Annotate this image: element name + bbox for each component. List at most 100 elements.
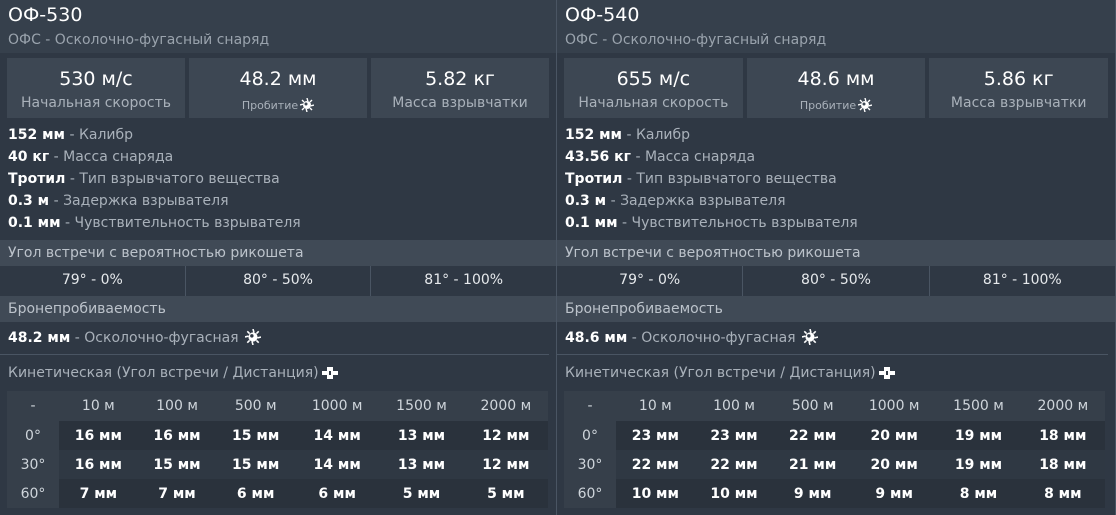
table-header-cell: 2000 м	[1020, 391, 1105, 421]
stat-value: 48.6 мм	[797, 68, 875, 90]
penetration-section-title: Бронепробиваемость	[0, 296, 556, 322]
property-desc: - Масса снаряда	[635, 149, 756, 165]
stat-label: Пробитие	[189, 98, 367, 112]
property-row: 0.1 мм - Чувствительность взрывателя	[8, 212, 556, 234]
penetration-cell: 5 мм	[463, 479, 548, 508]
he-penetration-row: 48.6 мм - Осколочно-фугасная	[557, 322, 1108, 355]
penetration-cell: 9 мм	[852, 479, 937, 508]
stat-value: 530 м/с	[59, 68, 133, 90]
angle-cell: 60°	[7, 479, 59, 508]
kinetic-title: Кинетическая (Угол встречи / Дистанция)	[557, 355, 1115, 391]
penetration-cell: 19 мм	[936, 421, 1021, 450]
property-desc: - Масса снаряда	[53, 149, 174, 165]
stat-value: 48.2 мм	[239, 68, 317, 90]
property-row: Тротил - Тип взрывчатого вещества	[565, 168, 1115, 190]
shell-panel-1: ОФ-530 ОФС - Осколочно-фугасный снаряд 5…	[0, 0, 557, 515]
penetration-cell: 16 мм	[137, 421, 217, 450]
table-row: 30° 16 мм 15 мм 15 мм 14 мм 13 мм 12 мм	[7, 450, 548, 479]
stat-explosive-mass: 5.86 кг Масса взрывчатки	[929, 58, 1109, 118]
table-header-cell: 1000 м	[852, 391, 937, 421]
shell-header: ОФ-540 ОФС - Осколочно-фугасный снаряд	[557, 0, 1115, 53]
stat-penetration: 48.6 мм Пробитие	[746, 58, 926, 118]
penetration-cell: 20 мм	[852, 450, 937, 479]
property-desc: - Задержка взрывателя	[610, 193, 786, 209]
property-desc: - Калибр	[626, 127, 691, 143]
table-row: 30° 22 мм 22 мм 21 мм 20 мм 19 мм 18 мм	[564, 450, 1105, 479]
property-value: 152 мм	[565, 127, 622, 143]
table-row: 60° 7 мм 7 мм 6 мм 6 мм 5 мм 5 мм	[7, 479, 548, 508]
kinetic-shell-icon	[878, 367, 895, 379]
penetration-cell: 15 мм	[216, 421, 296, 450]
property-desc: - Калибр	[69, 127, 134, 143]
table-header-cell: 1500 м	[379, 391, 464, 421]
penetration-cell: 10 мм	[694, 479, 774, 508]
penetration-cell: 5 мм	[379, 479, 464, 508]
property-row: 0.3 м - Задержка взрывателя	[565, 190, 1115, 212]
ricochet-row: 79° - 0% 80° - 50% 81° - 100%	[557, 266, 1115, 296]
table-header-cell: 1000 м	[295, 391, 380, 421]
ricochet-section-title: Угол встречи с вероятностью рикошета	[557, 240, 1115, 266]
penetration-cell: 22 мм	[616, 450, 695, 479]
property-desc: - Тип взрывчатого вещества	[69, 171, 280, 187]
penetration-cell: 6 мм	[216, 479, 296, 508]
property-value: 40 кг	[8, 149, 50, 165]
stat-label: Пробитие	[747, 98, 926, 112]
stat-velocity: 530 м/с Начальная скорость	[7, 58, 185, 118]
ricochet-cell: 80° - 50%	[743, 266, 930, 296]
penetration-section-title: Бронепробиваемость	[557, 296, 1115, 322]
stat-value: 5.82 кг	[425, 68, 495, 90]
he-burst-icon	[244, 329, 261, 345]
property-desc: - Задержка взрывателя	[53, 193, 229, 209]
penetration-cell: 8 мм	[936, 479, 1021, 508]
stats-row: 530 м/с Начальная скорость 48.2 мм Проби…	[0, 53, 556, 118]
penetration-cell: 20 мм	[852, 421, 937, 450]
table-header-row: -10 м 100 м 500 м 1000 м 1500 м 2000 м	[564, 391, 1105, 421]
ricochet-cell: 80° - 50%	[186, 266, 372, 296]
penetration-cell: 9 мм	[773, 479, 853, 508]
penetration-cell: 23 мм	[616, 421, 695, 450]
stat-label: Начальная скорость	[578, 95, 729, 111]
penetration-cell: 7 мм	[59, 479, 138, 508]
he-burst-icon	[801, 329, 818, 345]
ricochet-row: 79° - 0% 80° - 50% 81° - 100%	[0, 266, 556, 296]
table-header-cell: 500 м	[216, 391, 296, 421]
pen-value: 48.6 мм	[565, 330, 628, 346]
penetration-cell: 22 мм	[773, 421, 853, 450]
stat-penetration: 48.2 мм Пробитие	[189, 58, 367, 118]
penetration-cell: 22 мм	[694, 450, 774, 479]
ricochet-cell: 79° - 0%	[0, 266, 186, 296]
penetration-cell: 12 мм	[463, 421, 548, 450]
property-value: 43.56 кг	[565, 149, 631, 165]
penetration-cell: 18 мм	[1020, 450, 1105, 479]
shell-title: ОФ-540	[565, 4, 640, 26]
ricochet-cell: 81° - 100%	[982, 272, 1062, 288]
kinetic-shell-icon	[321, 367, 338, 379]
stats-row: 655 м/с Начальная скорость 48.6 мм Проби…	[557, 53, 1115, 118]
property-value: 0.3 м	[565, 193, 607, 209]
penetration-cell: 23 мм	[694, 421, 774, 450]
shell-header: ОФ-530 ОФС - Осколочно-фугасный снаряд	[0, 0, 556, 53]
penetration-cell: 13 мм	[379, 421, 464, 450]
shell-subtitle: ОФС - Осколочно-фугасный снаряд	[8, 32, 270, 48]
penetration-cell: 12 мм	[463, 450, 548, 479]
he-burst-icon	[300, 98, 315, 112]
penetration-cell: 14 мм	[295, 450, 380, 479]
pen-desc: - Осколочно-фугасная	[74, 330, 239, 346]
penetration-cell: 14 мм	[295, 421, 380, 450]
penetration-cell: 13 мм	[379, 450, 464, 479]
table-header-cell: -	[7, 391, 59, 421]
stat-explosive-mass: 5.82 кг Масса взрывчатки	[371, 58, 549, 118]
property-value: Тротил	[565, 171, 623, 187]
stat-label: Масса взрывчатки	[392, 95, 528, 111]
kinetic-title: Кинетическая (Угол встречи / Дистанция)	[0, 355, 556, 391]
table-header-cell: 1500 м	[936, 391, 1021, 421]
table-header-cell: 100 м	[694, 391, 774, 421]
table-row: 0° 23 мм 23 мм 22 мм 20 мм 19 мм 18 мм	[564, 421, 1105, 450]
properties-list: 152 мм - Калибр 40 кг - Масса снаряда Трот…	[0, 118, 556, 234]
property-desc: - Чувствительность взрывателя	[65, 215, 301, 231]
penetration-cell: 16 мм	[59, 421, 138, 450]
penetration-cell: 6 мм	[295, 479, 380, 508]
property-row: 40 кг - Масса снаряда	[8, 146, 556, 168]
ricochet-section-title: Угол встречи с вероятностью рикошета	[0, 240, 556, 266]
property-value: 0.3 м	[8, 193, 50, 209]
